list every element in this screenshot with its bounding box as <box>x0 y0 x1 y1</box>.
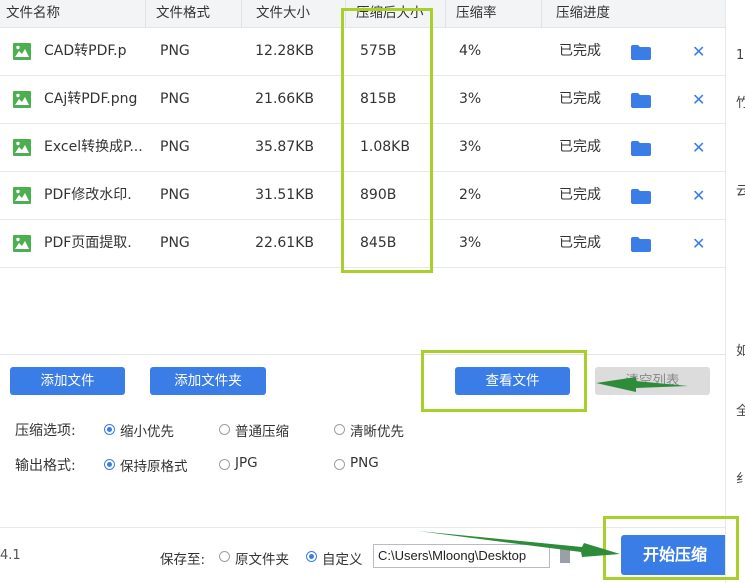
annotation-arrows <box>418 377 688 557</box>
arrow-to-start <box>418 531 620 557</box>
arrow-to-view-files <box>596 377 688 392</box>
